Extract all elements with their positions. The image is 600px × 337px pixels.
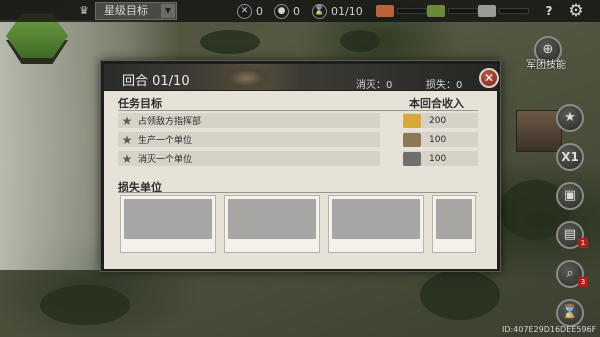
chevron-down-icon: ▼ <box>161 4 175 18</box>
search-icon: ⌕ <box>566 266 574 281</box>
task-row: ★ 占领敌方指挥部 <box>118 113 380 128</box>
end-turn-button[interactable]: ⌛ <box>556 299 584 327</box>
ammo-bar <box>448 8 478 14</box>
tree-cluster <box>200 30 260 54</box>
losses-value: 0 <box>293 4 300 18</box>
steel-icon <box>376 5 394 17</box>
kills-value: 0 <box>256 4 263 18</box>
income-title: 本回合收入 <box>409 97 464 110</box>
income-value: 100 <box>429 134 447 145</box>
resource-ammo <box>427 4 478 18</box>
gear-icon[interactable]: ⚙ <box>566 1 586 21</box>
crossed-swords-icon: ✕ <box>237 3 252 19</box>
turn-value: 01/10 <box>331 4 363 18</box>
kills-stat: ✕ 0 <box>237 3 263 19</box>
lost-unit-slot[interactable] <box>120 195 216 253</box>
slot-image <box>124 199 212 239</box>
income-row: 100 <box>403 132 478 147</box>
soldiers-illustration <box>196 64 296 90</box>
help-button[interactable]: ? <box>541 3 557 19</box>
dialog-body: 任务目标 本回合收入 ★ 占领敌方指挥部 ★ 生产一个单位 ★ 消灭一个单位 2… <box>104 91 497 269</box>
slot-image <box>332 199 420 239</box>
map-icon: ▤ <box>563 227 577 242</box>
steel-icon <box>403 151 421 166</box>
resource-steel <box>376 4 427 18</box>
close-button[interactable]: ✕ <box>479 68 499 88</box>
star-button[interactable]: ★ <box>556 104 584 132</box>
tree-cluster <box>420 270 500 320</box>
save-button[interactable]: ▣ <box>556 182 584 210</box>
task-label: 占领敌方指挥部 <box>138 117 202 127</box>
losses-stat: ● 0 <box>274 3 300 19</box>
top-bar: ♛ 星级目标 ▼ ✕ 0 ● 0 ⌛ 01/10 ? ⚙ <box>0 0 600 22</box>
task-title: 任务目标 <box>118 97 162 110</box>
legion-skill-label: 军团技能 <box>526 60 566 71</box>
task-label: 生产一个单位 <box>138 136 193 146</box>
oil-icon <box>478 5 496 17</box>
task-row: ★ 消灭一个单位 <box>118 151 380 166</box>
hourglass-icon: ⌛ <box>561 305 579 320</box>
slot-image <box>436 199 472 239</box>
objective-select-label: 星级目标 <box>104 4 148 17</box>
income-row: 200 <box>403 113 478 128</box>
gold-icon <box>403 113 421 128</box>
turn-stat: ⌛ 01/10 <box>312 3 363 19</box>
close-icon: ✕ <box>483 71 495 85</box>
floppy-icon: ▣ <box>563 188 577 203</box>
crosshair-icon: ⊕ <box>542 42 554 57</box>
star-icon: ★ <box>564 110 576 125</box>
divider <box>118 110 478 111</box>
resource-oil <box>478 4 529 18</box>
lost-unit-slot[interactable] <box>432 195 476 253</box>
speed-label: X1 <box>561 150 579 164</box>
income-value: 200 <box>429 115 447 126</box>
oil-barrel-icon <box>403 132 421 147</box>
trophy-icon: ♛ <box>79 4 89 17</box>
device-id: ID:407E29D16DEE596F <box>502 325 597 334</box>
star-icon: ★ <box>121 151 133 166</box>
map-badge: 1 <box>578 238 588 248</box>
search-badge: 3 <box>578 277 588 287</box>
ammo-icon <box>427 5 445 17</box>
slot-image <box>228 199 316 239</box>
income-value: 100 <box>429 153 447 164</box>
lost-unit-slot[interactable] <box>328 195 424 253</box>
objective-select[interactable]: 星级目标 ▼ <box>95 2 177 20</box>
tree-cluster <box>40 285 130 325</box>
tree-cluster <box>340 30 380 52</box>
task-label: 消灭一个单位 <box>138 155 193 165</box>
divider <box>118 192 478 193</box>
helmet-icon: ● <box>274 3 289 19</box>
hourglass-icon: ⌛ <box>312 3 327 19</box>
star-icon: ★ <box>121 113 133 128</box>
lost-count: 损失：0 <box>426 80 463 91</box>
oil-bar <box>499 8 529 14</box>
dialog-header: 回合 01/10 消灭：0 损失：0 ✕ <box>104 64 499 91</box>
round-summary-dialog: 回合 01/10 消灭：0 损失：0 ✕ 任务目标 本回合收入 ★ 占领敌方指挥… <box>100 60 501 272</box>
income-row: 100 <box>403 151 478 166</box>
task-row: ★ 生产一个单位 <box>118 132 380 147</box>
star-icon: ★ <box>121 132 133 147</box>
speed-button[interactable]: X1 <box>556 143 584 171</box>
eliminate-count: 消灭：0 <box>356 80 393 91</box>
steel-bar <box>397 8 427 14</box>
round-label: 回合 01/10 <box>122 74 190 89</box>
lost-unit-slot[interactable] <box>224 195 320 253</box>
